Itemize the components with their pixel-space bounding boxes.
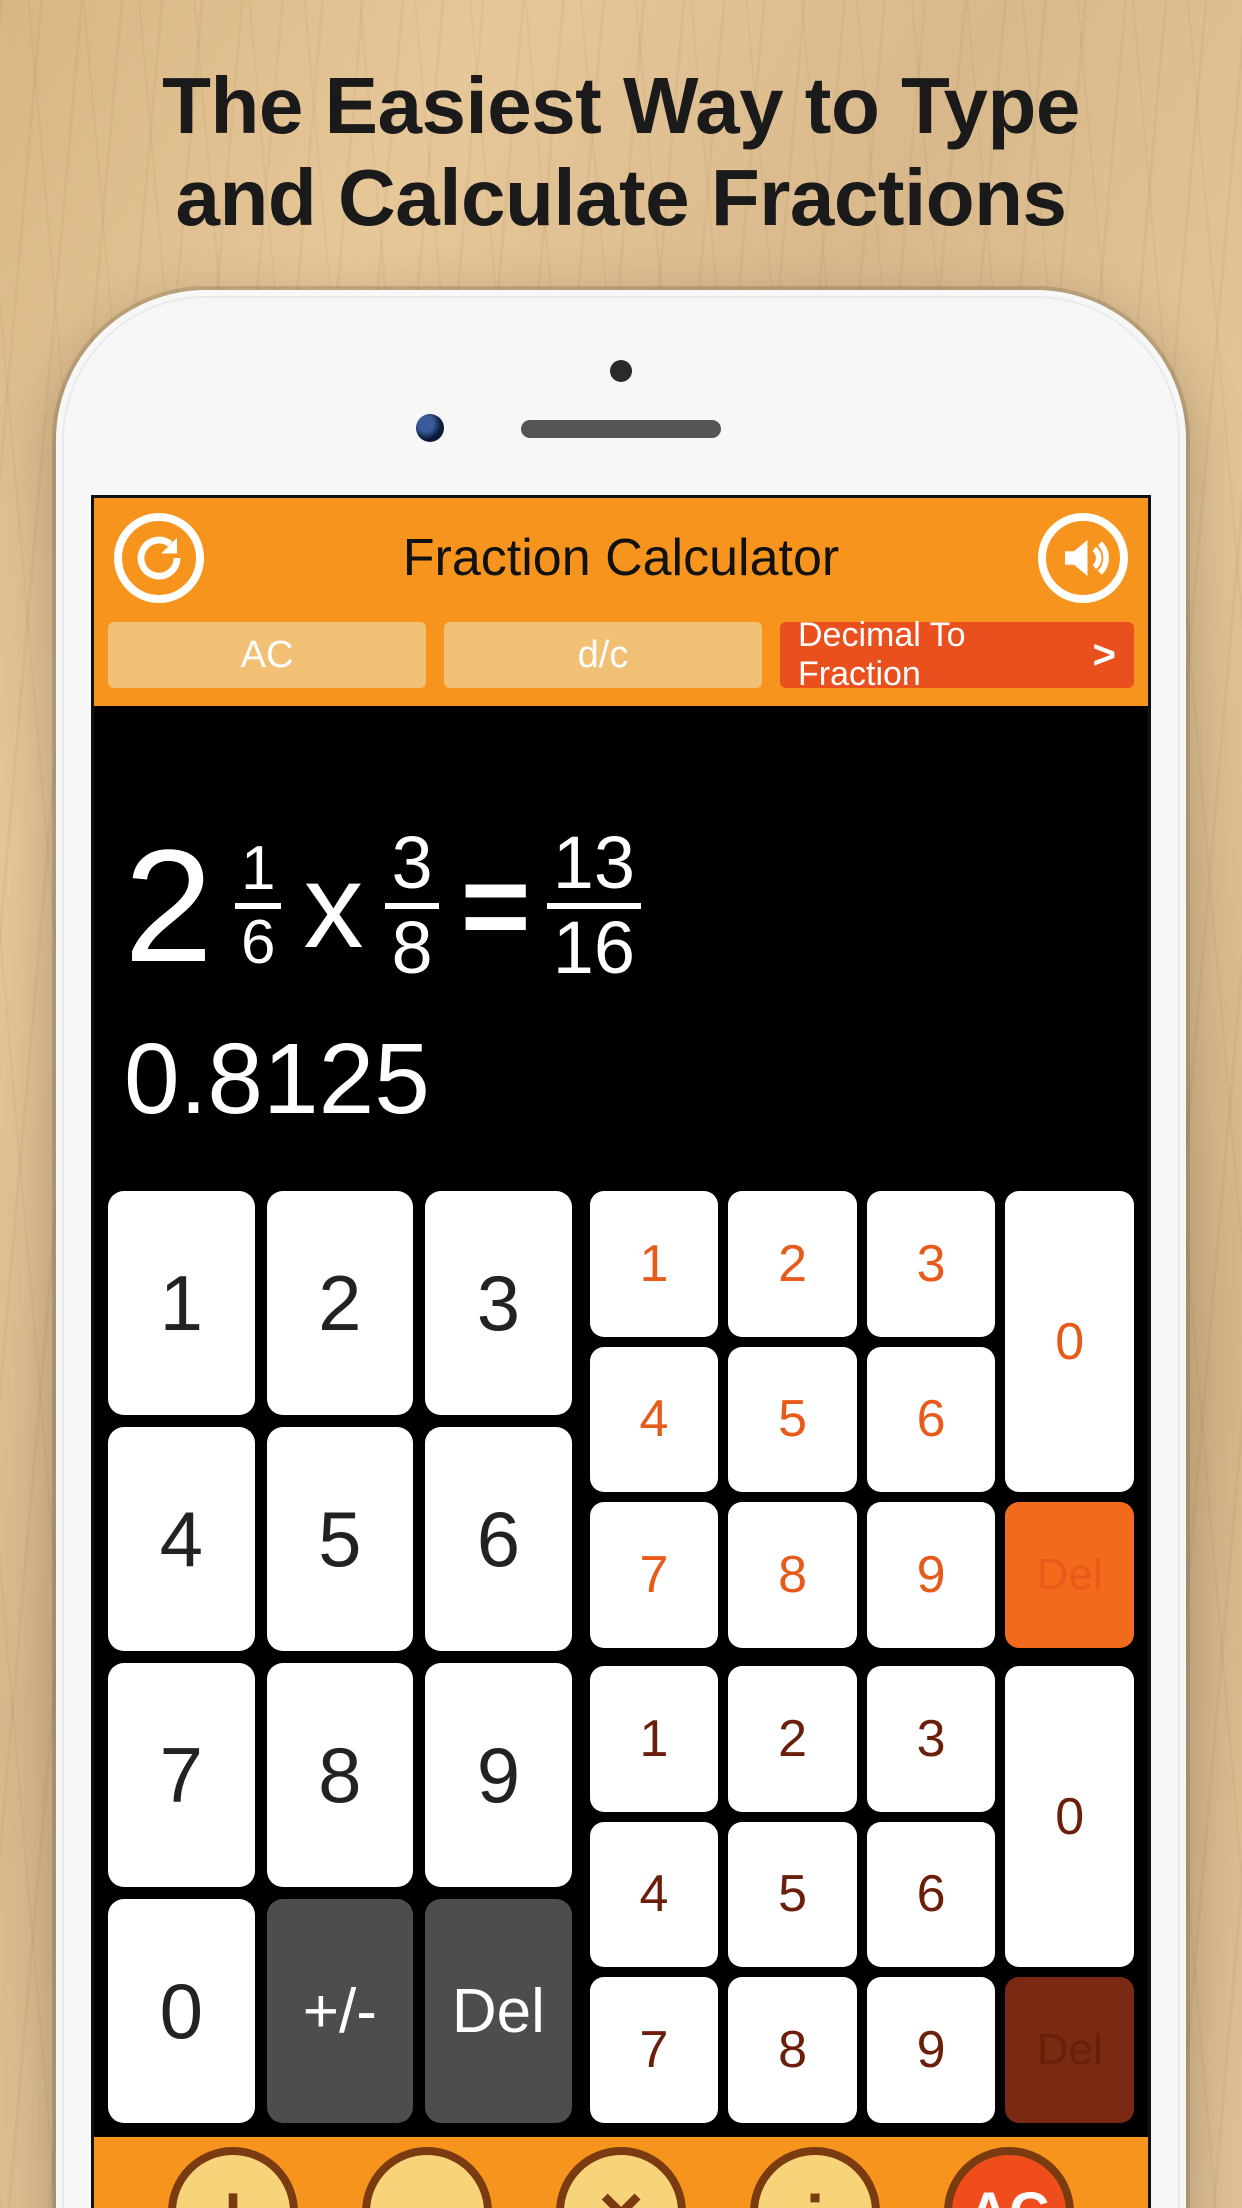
key-sign[interactable]: +/- (267, 1899, 414, 2123)
secondary-bar: AC d/c Decimal To Fraction > (94, 618, 1148, 706)
den-key-9[interactable]: 9 (867, 1977, 996, 2123)
phone-frame: Fraction Calculator AC d/c Decimal To Fr… (56, 290, 1186, 2208)
app-screen: Fraction Calculator AC d/c Decimal To Fr… (91, 495, 1151, 2208)
times-icon: × (598, 2173, 644, 2208)
minus-icon: − (404, 2173, 450, 2208)
operand2-numerator: 3 (385, 828, 438, 899)
sound-button[interactable] (1038, 513, 1128, 603)
num-key-del[interactable]: Del (1005, 1502, 1134, 1648)
operator: x (303, 846, 363, 966)
operator-bar: + − × ÷ AC (94, 2137, 1148, 2208)
decimal-to-fraction-label: Decimal To Fraction (798, 616, 1093, 694)
expression: 2 1 6 x 3 8 = 13 16 (124, 826, 1118, 986)
numerator-keypad: 1 2 3 0 4 5 6 7 8 9 Del (590, 1191, 1134, 1648)
calc-display: 2 1 6 x 3 8 = 13 16 0.81 (94, 706, 1148, 1177)
den-key-1[interactable]: 1 (590, 1666, 719, 1812)
chevron-right-icon: > (1093, 633, 1116, 678)
equals-sign: = (461, 846, 525, 966)
sound-icon (1056, 531, 1110, 585)
key-2[interactable]: 2 (267, 1191, 414, 1415)
ac-label: AC (969, 2184, 1050, 2208)
dc-button[interactable]: d/c (444, 622, 762, 688)
operand2-fraction: 3 8 (385, 828, 438, 983)
result-numerator: 13 (547, 828, 641, 899)
den-key-4[interactable]: 4 (590, 1822, 719, 1968)
den-key-3[interactable]: 3 (867, 1666, 996, 1812)
ac-bottom-button[interactable]: AC (944, 2147, 1074, 2208)
operand1-denominator: 6 (235, 913, 281, 973)
key-del[interactable]: Del (425, 1899, 572, 2123)
fraction-keypads: 1 2 3 0 4 5 6 7 8 9 Del 1 2 3 0 (590, 1191, 1134, 2123)
num-key-4[interactable]: 4 (590, 1347, 719, 1493)
plus-button[interactable]: + (168, 2147, 298, 2208)
key-1[interactable]: 1 (108, 1191, 255, 1415)
key-6[interactable]: 6 (425, 1427, 572, 1651)
key-3[interactable]: 3 (425, 1191, 572, 1415)
num-key-0[interactable]: 0 (1005, 1191, 1134, 1492)
reload-icon (132, 531, 186, 585)
key-0[interactable]: 0 (108, 1899, 255, 2123)
times-button[interactable]: × (556, 2147, 686, 2208)
den-key-6[interactable]: 6 (867, 1822, 996, 1968)
phone-camera-dot (610, 360, 632, 382)
key-4[interactable]: 4 (108, 1427, 255, 1651)
den-key-5[interactable]: 5 (728, 1822, 857, 1968)
num-key-8[interactable]: 8 (728, 1502, 857, 1648)
ac-top-button[interactable]: AC (108, 622, 426, 688)
denominator-keypad: 1 2 3 0 4 5 6 7 8 9 Del (590, 1666, 1134, 2123)
key-7[interactable]: 7 (108, 1663, 255, 1887)
den-key-del[interactable]: Del (1005, 1977, 1134, 2123)
key-9[interactable]: 9 (425, 1663, 572, 1887)
den-key-8[interactable]: 8 (728, 1977, 857, 2123)
result-fraction: 13 16 (547, 828, 641, 983)
divide-button[interactable]: ÷ (750, 2147, 880, 2208)
num-key-9[interactable]: 9 (867, 1502, 996, 1648)
operand1-whole: 2 (124, 826, 213, 986)
decimal-result: 0.8125 (124, 1022, 1118, 1137)
operand2-denominator: 8 (385, 913, 438, 984)
keypads: 1 2 3 4 5 6 7 8 9 0 +/- Del 1 2 3 0 4 (94, 1177, 1148, 2137)
headline-line-1: The Easiest Way to Type (0, 60, 1242, 152)
den-key-2[interactable]: 2 (728, 1666, 857, 1812)
num-key-5[interactable]: 5 (728, 1347, 857, 1493)
phone-sensor (416, 414, 444, 442)
num-key-2[interactable]: 2 (728, 1191, 857, 1337)
marketing-headline: The Easiest Way to Type and Calculate Fr… (0, 60, 1242, 244)
title-bar: Fraction Calculator (94, 498, 1148, 618)
decimal-to-fraction-button[interactable]: Decimal To Fraction > (780, 622, 1134, 688)
num-key-7[interactable]: 7 (590, 1502, 719, 1648)
num-key-6[interactable]: 6 (867, 1347, 996, 1493)
num-key-3[interactable]: 3 (867, 1191, 996, 1337)
key-5[interactable]: 5 (267, 1427, 414, 1651)
app-title: Fraction Calculator (403, 528, 839, 588)
operand1-fraction: 1 6 (235, 839, 281, 973)
plus-icon: + (210, 2173, 256, 2208)
operand1-numerator: 1 (235, 839, 281, 899)
headline-line-2: and Calculate Fractions (0, 152, 1242, 244)
main-keypad: 1 2 3 4 5 6 7 8 9 0 +/- Del (108, 1191, 572, 2123)
den-key-0[interactable]: 0 (1005, 1666, 1134, 1967)
divide-icon: ÷ (794, 2173, 837, 2208)
num-key-1[interactable]: 1 (590, 1191, 719, 1337)
result-denominator: 16 (547, 913, 641, 984)
reload-button[interactable] (114, 513, 204, 603)
den-key-7[interactable]: 7 (590, 1977, 719, 2123)
minus-button[interactable]: − (362, 2147, 492, 2208)
phone-speaker (521, 420, 721, 438)
key-8[interactable]: 8 (267, 1663, 414, 1887)
